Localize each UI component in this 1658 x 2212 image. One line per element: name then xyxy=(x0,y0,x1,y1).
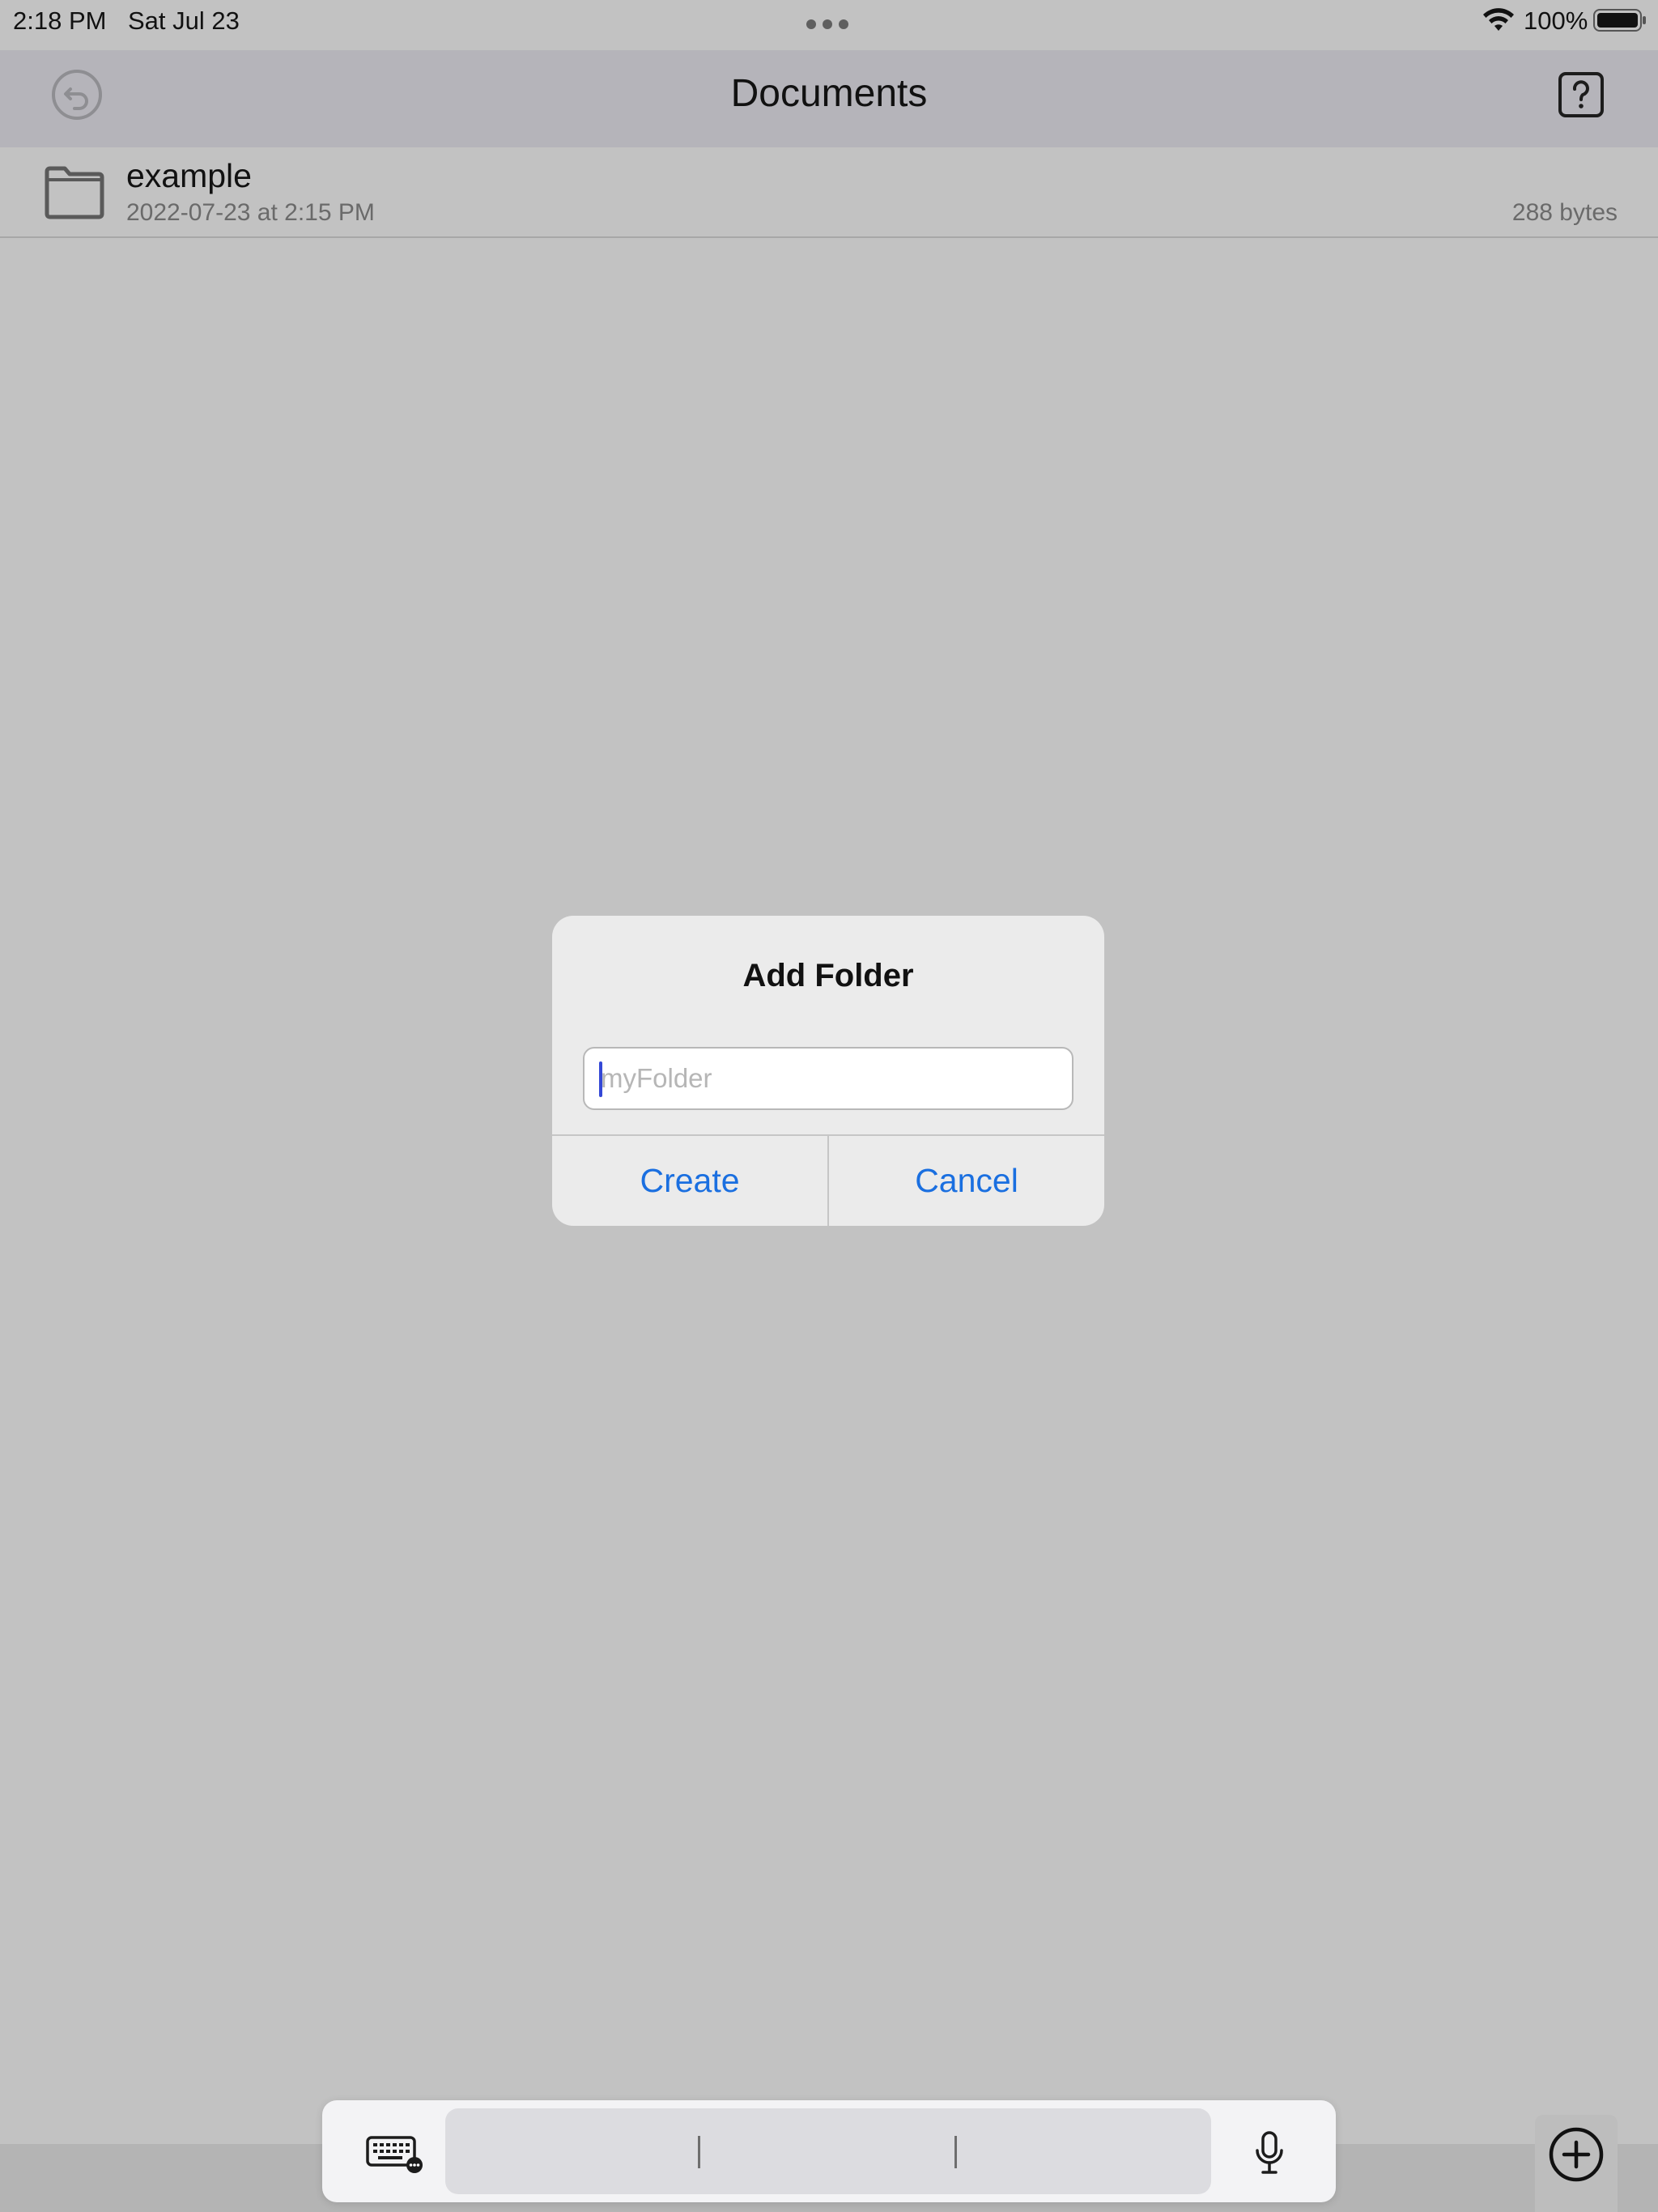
question-square-icon[interactable] xyxy=(1558,71,1605,118)
cancel-button[interactable]: Cancel xyxy=(829,1136,1104,1226)
keyboard-icon[interactable] xyxy=(366,2134,424,2173)
battery-icon xyxy=(1593,9,1646,32)
text-caret xyxy=(599,1061,602,1097)
create-button[interactable]: Create xyxy=(552,1136,827,1226)
dialog-title: Add Folder xyxy=(742,958,914,993)
page-title: Documents xyxy=(730,72,928,115)
plus-circle-icon[interactable] xyxy=(1548,2126,1605,2183)
wifi-icon xyxy=(1483,8,1514,31)
suggestion-divider xyxy=(698,2136,700,2168)
microphone-icon[interactable] xyxy=(1253,2131,1286,2176)
file-size: 288 bytes xyxy=(1511,199,1618,226)
status-date: Sat Jul 23 xyxy=(128,6,240,35)
predictive-text-bar[interactable] xyxy=(445,2108,1211,2194)
suggestion-divider xyxy=(954,2136,957,2168)
status-time: 2:18 PM xyxy=(13,6,107,35)
multitasking-dots-icon[interactable] xyxy=(805,18,850,31)
folder-name-input[interactable] xyxy=(583,1047,1073,1110)
file-name: example xyxy=(126,157,252,194)
folder-icon xyxy=(45,166,104,219)
battery-percentage: 100% xyxy=(1524,6,1588,35)
add-folder-dialog: Add Folder Create Cancel xyxy=(552,916,1104,1226)
file-date: 2022-07-23 at 2:15 PM xyxy=(126,199,375,226)
